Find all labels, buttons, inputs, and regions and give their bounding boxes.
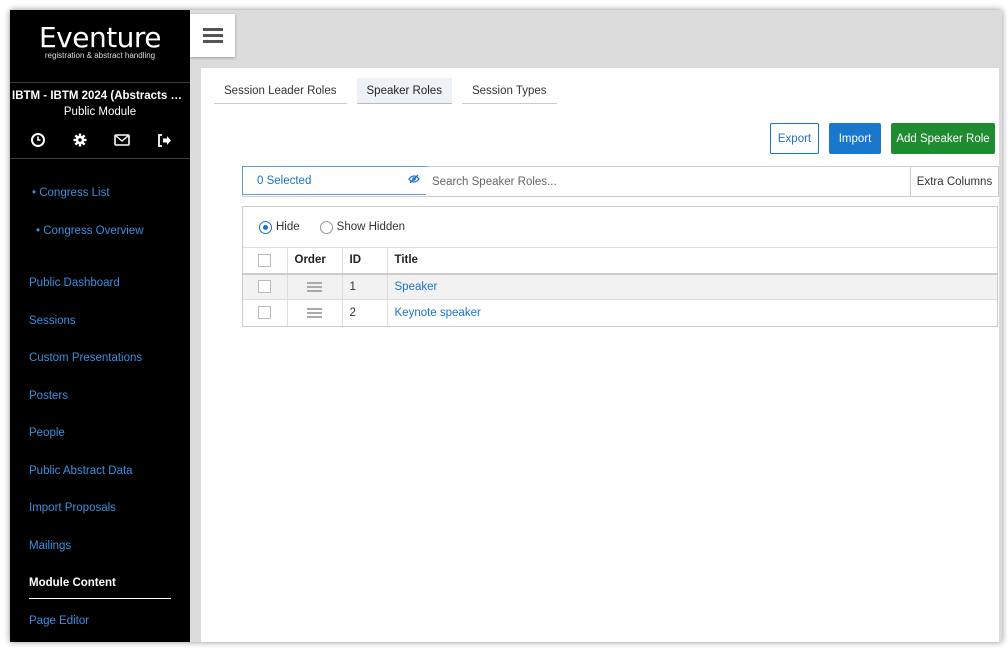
sidebar-icon-bar <box>30 132 172 148</box>
clock-icon[interactable] <box>30 132 46 148</box>
radio-unchecked-icon <box>319 220 333 234</box>
add-speaker-role-button[interactable]: Add Speaker Role <box>891 123 995 154</box>
import-button[interactable]: Import <box>829 123 881 154</box>
hamburger-menu-button[interactable] <box>190 14 235 57</box>
show-hidden-label: Show Hidden <box>336 221 406 233</box>
speaker-roles-table: Order ID Title 1 Speaker 2 Keynote speak… <box>243 247 997 326</box>
visibility-toggle: Hide Show Hidden <box>243 207 997 247</box>
row-title-link[interactable]: Keynote speaker <box>395 307 481 319</box>
hamburger-icon <box>202 28 223 31</box>
selected-count: 0 Selected <box>257 174 312 187</box>
selection-dropdown[interactable]: 0 Selected <box>242 166 427 195</box>
tab-bar: Session Leader Roles Speaker Roles Sessi… <box>214 78 567 104</box>
hide-label: Hide <box>276 221 300 233</box>
module-name: Public Module <box>63 106 137 118</box>
logout-icon[interactable] <box>156 132 172 148</box>
id-header[interactable]: ID <box>342 247 388 275</box>
sidebar-item-public-abstract-data[interactable]: Public Abstract Data <box>29 465 133 477</box>
gear-icon[interactable] <box>72 132 88 148</box>
tab-session-types[interactable]: Session Types <box>461 78 557 104</box>
extra-columns-button[interactable]: Extra Columns <box>910 167 998 196</box>
filter-bar: 0 Selected Extra Columns <box>242 166 999 197</box>
row-checkbox[interactable] <box>258 306 271 320</box>
logo-title: Eventure <box>38 21 162 54</box>
tab-speaker-roles[interactable]: Speaker Roles <box>356 78 452 104</box>
row-id: 2 <box>342 299 388 326</box>
sidebar-item-module-content[interactable]: Module Content <box>29 577 116 589</box>
sidebar-item-people[interactable]: People <box>29 427 65 439</box>
radio-checked-icon <box>259 220 272 234</box>
sidebar-item-posters[interactable]: Posters <box>29 390 68 402</box>
table-row: 1 Speaker <box>243 273 997 300</box>
eye-slash-icon[interactable] <box>408 174 420 187</box>
logo-subtitle: registration & abstract handling <box>44 51 156 60</box>
sidebar-divider <box>10 158 190 159</box>
select-all-cell <box>243 247 288 275</box>
sidebar-item-sessions[interactable]: Sessions <box>29 315 76 327</box>
sidebar: Eventure registration & abstract handlin… <box>10 10 190 642</box>
drag-handle-icon[interactable] <box>306 281 322 292</box>
sidebar-item-custom-presentations[interactable]: Custom Presentations <box>29 352 142 364</box>
search-input[interactable] <box>426 167 910 196</box>
table-header-row: Order ID Title <box>243 247 997 275</box>
logo[interactable]: Eventure registration & abstract handlin… <box>10 21 190 61</box>
tab-session-leader-roles[interactable]: Session Leader Roles <box>214 78 347 104</box>
drag-handle-icon[interactable] <box>306 307 322 318</box>
table-row: 2 Keynote speaker <box>243 299 997 326</box>
export-button[interactable]: Export <box>770 123 819 154</box>
sidebar-item-mailings[interactable]: Mailings <box>29 540 71 552</box>
speaker-roles-table-panel: Hide Show Hidden Order ID Title 1 Speake… <box>242 206 998 327</box>
event-name: IBTM - IBTM 2024 (Abstracts & Partners) <box>12 90 190 102</box>
row-title-link[interactable]: Speaker <box>395 281 438 293</box>
row-checkbox[interactable] <box>258 280 271 294</box>
sidebar-item-page-editor[interactable]: Page Editor <box>29 615 89 627</box>
sidebar-divider <box>10 82 190 83</box>
main-content: Session Leader Roles Speaker Roles Sessi… <box>201 68 999 642</box>
mail-icon[interactable] <box>114 132 130 148</box>
row-id: 1 <box>342 273 388 300</box>
select-all-checkbox[interactable] <box>258 253 271 267</box>
sidebar-item-public-dashboard[interactable]: Public Dashboard <box>29 277 120 289</box>
order-header[interactable]: Order <box>287 247 343 275</box>
sidebar-item-import-proposals[interactable]: Import Proposals <box>29 502 116 514</box>
app-window: Eventure registration & abstract handlin… <box>10 10 1002 642</box>
title-header[interactable]: Title <box>387 247 997 275</box>
sidebar-item-congress-overview[interactable]: • Congress Overview <box>36 225 144 237</box>
active-indicator <box>29 598 171 599</box>
hide-radio[interactable]: Hide <box>259 220 300 234</box>
show-hidden-radio[interactable]: Show Hidden <box>319 220 406 234</box>
sidebar-item-congress-list[interactable]: • Congress List <box>32 187 110 199</box>
